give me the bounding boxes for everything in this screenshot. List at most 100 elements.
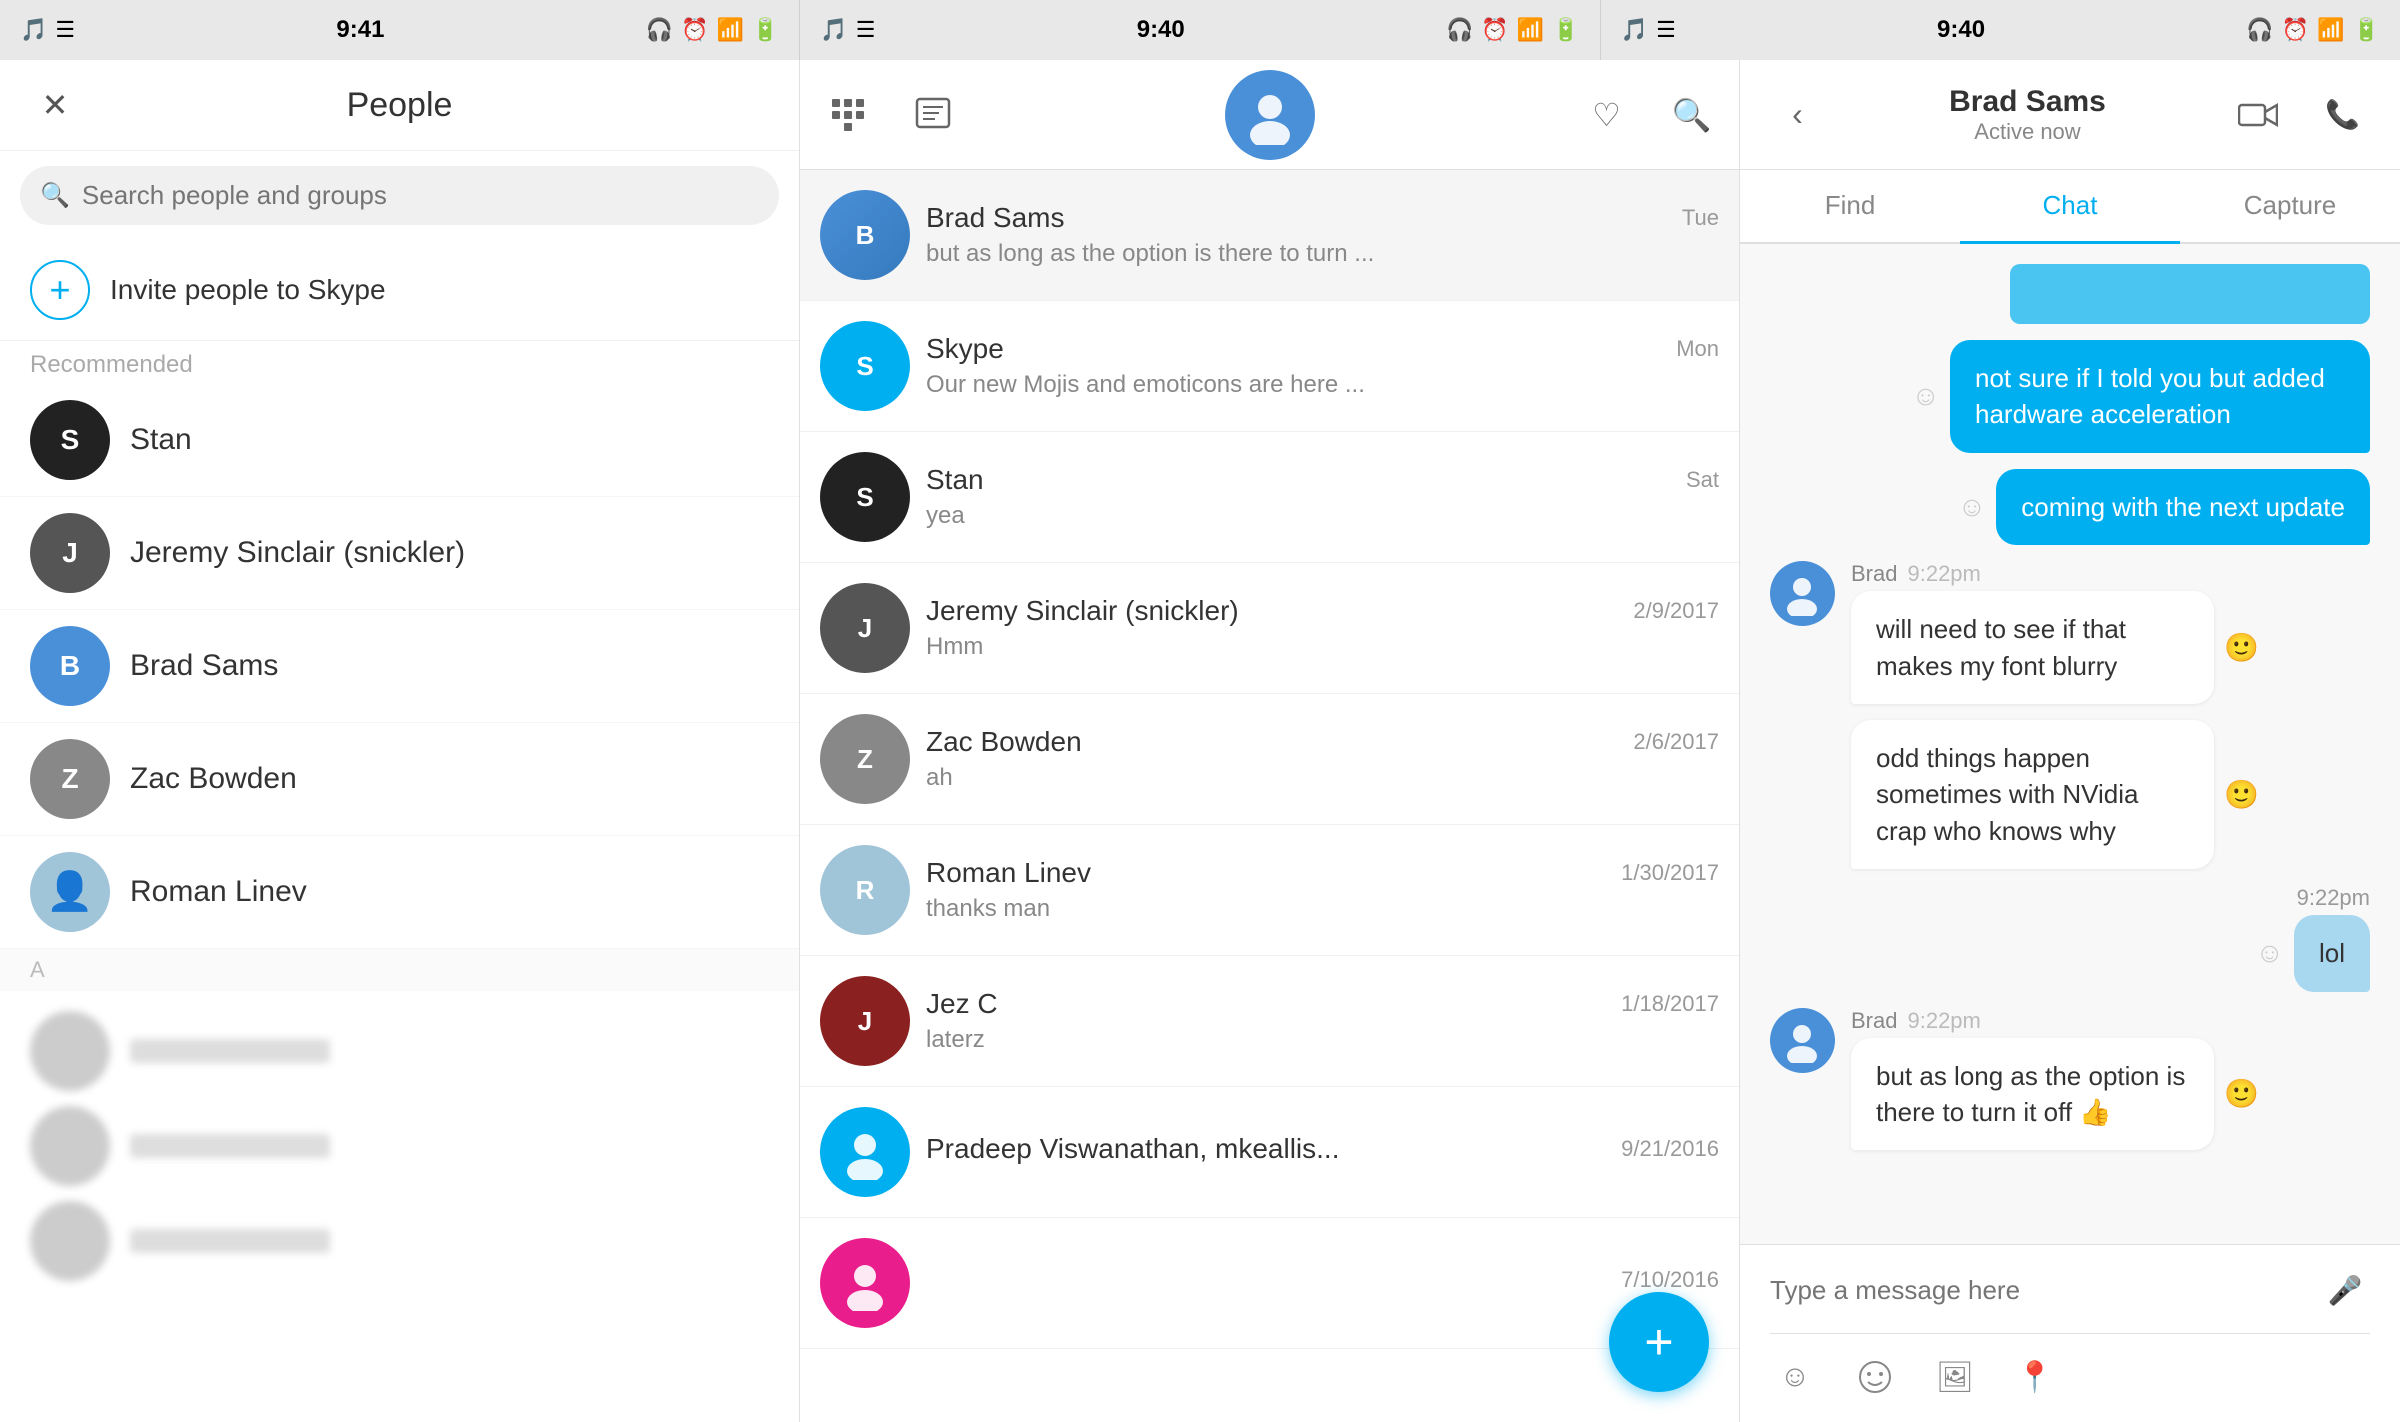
chat-list-item[interactable]: SSkypeMonOur new Mojis and emoticons are… [800, 301, 1739, 432]
invite-plus-icon: + [30, 260, 90, 320]
avatar-zac: Z [30, 739, 110, 819]
msg-text-update: coming with the next update [2021, 492, 2345, 522]
msg-meta-2: Brad 9:22pm [1851, 1008, 2370, 1034]
chat-list-name: Stan [926, 464, 984, 496]
chat-info: Roman Linev1/30/2017thanks man [926, 857, 1719, 923]
chat-list-avatar: Z [820, 714, 910, 804]
people-title: People [80, 86, 719, 125]
chat-contact-name: Brad Sams [1825, 85, 2230, 119]
section-a-label: A [0, 949, 799, 991]
contact-item-roman[interactable]: 👤 Roman Linev [0, 836, 799, 949]
chat-list-preview: Our new Mojis and emoticons are here ... [926, 371, 1719, 399]
blurred-avatar-2 [30, 1106, 110, 1186]
contact-item-brad[interactable]: B Brad Sams [0, 610, 799, 723]
chat-list-item[interactable]: JJeremy Sinclair (snickler)2/9/2017Hmm [800, 563, 1739, 694]
tab-find[interactable]: Find [1740, 170, 1960, 244]
avatar-brad: B [30, 626, 110, 706]
emoji-toolbar-icon[interactable]: ☺ [1770, 1352, 1820, 1402]
chat-list-item[interactable]: S Stan Sat yea [800, 432, 1739, 563]
chat-list-item[interactable]: 7/10/2016 [800, 1218, 1739, 1349]
chat-list-item[interactable]: Pradeep Viswanathan, mkeallis...9/21/201… [800, 1087, 1739, 1218]
chat-list-preview: yea [926, 502, 1719, 530]
close-button[interactable]: ✕ [30, 80, 80, 130]
status-icons-left-3: 🎵☰ [1621, 17, 1676, 43]
status-bar-1: 🎵☰ 9:41 🎧⏰📶🔋 [0, 0, 800, 60]
contact-item-stan[interactable]: S Stan [0, 384, 799, 497]
compose-icon[interactable] [905, 87, 960, 142]
chat-list-name: Zac Bowden [926, 726, 1082, 758]
blurred-contact-area [0, 991, 799, 1301]
msg-bubble-hardware: not sure if I told you but added hardwar… [1950, 340, 2370, 453]
contact-name-zac: Zac Bowden [130, 762, 297, 796]
chat-list-date: Sat [1686, 467, 1719, 493]
status-icons-right-1: 🎧⏰📶🔋 [646, 17, 780, 43]
chat-info: 7/10/2016 [926, 1267, 1719, 1299]
chat-info: Jez C1/18/2017laterz [926, 988, 1719, 1054]
back-button[interactable]: ‹ [1770, 87, 1825, 142]
chat-info: Zac Bowden2/6/2017ah [926, 726, 1719, 792]
emoji-react-btn-1[interactable]: ☺ [1911, 380, 1940, 412]
search-chat-icon[interactable]: 🔍 [1664, 87, 1719, 142]
message-input[interactable] [1770, 1275, 2304, 1306]
tab-capture[interactable]: Capture [2180, 170, 2400, 244]
user-avatar-center[interactable] [1225, 70, 1315, 160]
search-input[interactable] [82, 180, 759, 211]
avatar-jeremy: J [30, 513, 110, 593]
emoji-react-btn-4[interactable]: 🙂 [2224, 778, 2259, 811]
image-toolbar-icon[interactable]: 🖼 [1930, 1352, 1980, 1402]
search-bar[interactable]: 🔍 [20, 166, 779, 225]
status-icons-right-3: 🎧⏰📶🔋 [2246, 17, 2380, 43]
msg-avatar-brad-2 [1770, 1008, 1835, 1073]
chat-list-name: Jeremy Sinclair (snickler) [926, 595, 1239, 627]
blurred-text-2 [130, 1134, 330, 1158]
chat-list-item[interactable]: RRoman Linev1/30/2017thanks man [800, 825, 1739, 956]
chat-list-name: Skype [926, 333, 1004, 365]
contact-item-jeremy[interactable]: J Jeremy Sinclair (snickler) [0, 497, 799, 610]
message-sent-lol: ☺ lol [1770, 915, 2370, 991]
chat-list-date: 7/10/2016 [1621, 1267, 1719, 1293]
chat-tabs: Find Chat Capture [1740, 170, 2400, 244]
emoji-react-btn-2[interactable]: ☺ [1958, 491, 1987, 523]
msg-meta-1: Brad 9:22pm [1851, 561, 2370, 587]
contact-item-zac[interactable]: Z Zac Bowden [0, 723, 799, 836]
contact-name-stan: Stan [130, 423, 192, 457]
invite-row[interactable]: + Invite people to Skype [0, 240, 799, 341]
blurred-text-1 [130, 1039, 330, 1063]
sticker-toolbar-icon[interactable] [1850, 1352, 1900, 1402]
avatar-stan: S [30, 400, 110, 480]
tab-chat[interactable]: Chat [1960, 170, 2180, 244]
chat-list-avatar: S [820, 452, 910, 542]
audio-call-icon[interactable]: 📞 [2315, 87, 2370, 142]
emoji-react-btn-5[interactable]: ☺ [2255, 937, 2284, 969]
emoji-react-btn-3[interactable]: 🙂 [2224, 631, 2259, 664]
msg-sender-2: Brad [1851, 1008, 1897, 1034]
status-time-1: 9:41 [336, 16, 384, 44]
heart-icon[interactable]: ♡ [1579, 87, 1634, 142]
fab-button[interactable]: + [1609, 1292, 1709, 1392]
input-toolbar: ☺ 🖼 📍 [1770, 1352, 2370, 1402]
msg-time-2: 9:22pm [1907, 1008, 1980, 1034]
blurred-item-1 [30, 1011, 769, 1091]
chat-list-date: 2/6/2017 [1633, 729, 1719, 755]
contact-name-jeremy: Jeremy Sinclair (snickler) [130, 536, 465, 570]
chat-list-date: 2/9/2017 [1633, 598, 1719, 624]
status-icons-left-2: 🎵☰ [820, 17, 875, 43]
msg-row-1: will need to see if that makes my font b… [1851, 591, 2370, 704]
location-toolbar-icon[interactable]: 📍 [2010, 1352, 2060, 1402]
mic-button[interactable]: 🎤 [2320, 1265, 2370, 1315]
message-received-font: Brad 9:22pm will need to see if that mak… [1770, 561, 2370, 704]
chat-list-item[interactable]: JJez C1/18/2017laterz [800, 956, 1739, 1087]
chat-list-preview: Hmm [926, 633, 1719, 661]
chat-list-avatar [820, 1107, 910, 1197]
chat-list-name: Pradeep Viswanathan, mkeallis... [926, 1133, 1340, 1165]
video-call-icon[interactable] [2230, 87, 2285, 142]
chat-list: BBrad SamsTuebut as long as the option i… [800, 170, 1739, 1349]
message-sent-update: ☺ coming with the next update [1770, 469, 2370, 545]
contact-list: S Stan J Jeremy Sinclair (snickler) B Br… [0, 384, 799, 1422]
chat-list-item[interactable]: BBrad SamsTuebut as long as the option i… [800, 170, 1739, 301]
chat-list-date: 1/30/2017 [1621, 860, 1719, 886]
emoji-react-btn-6[interactable]: 🙂 [2224, 1077, 2259, 1110]
message-sent-block-top [1770, 264, 2370, 324]
chat-list-item[interactable]: ZZac Bowden2/6/2017ah [800, 694, 1739, 825]
dialpad-icon[interactable] [820, 87, 875, 142]
